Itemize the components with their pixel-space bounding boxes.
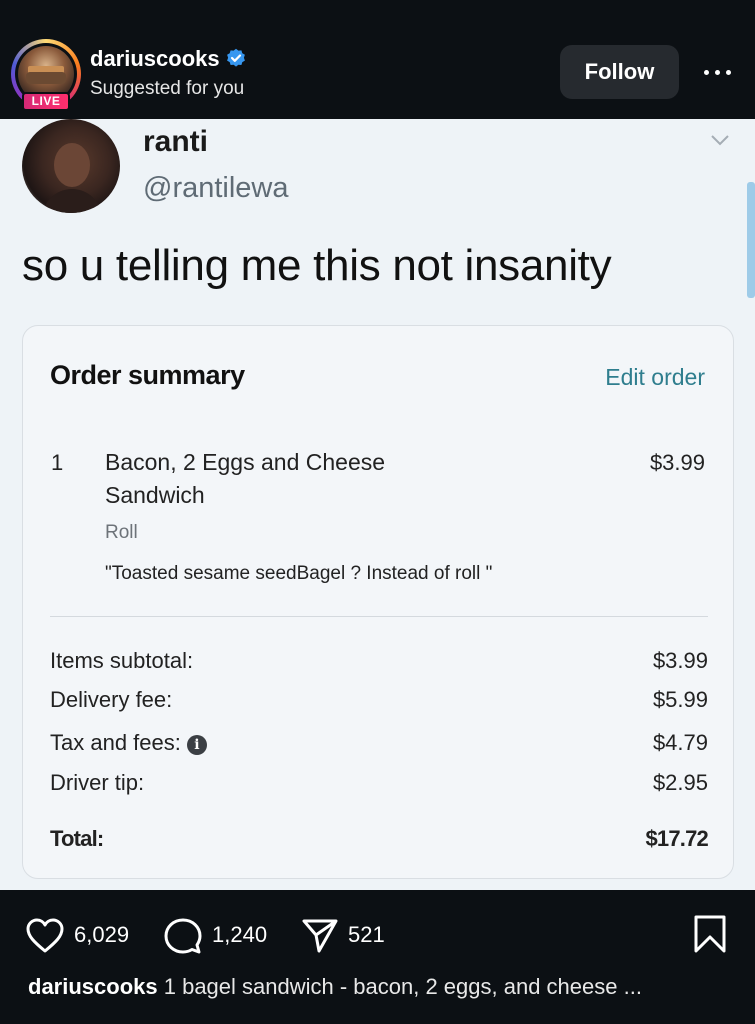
item-note: "Toasted sesame seedBagel ? Instead of r… <box>105 563 493 584</box>
tweet-avatar <box>22 119 120 213</box>
tweet-author-handle: @rantilewa <box>143 172 289 204</box>
post-image[interactable]: ranti @rantilewa so u telling me this no… <box>0 119 755 890</box>
total-label: Total: <box>50 826 104 851</box>
info-icon: i <box>186 735 207 755</box>
comment-icon[interactable] <box>164 918 202 956</box>
more-options-icon[interactable] <box>700 58 734 86</box>
order-summary-title: Order summary <box>50 360 245 390</box>
bookmark-icon[interactable] <box>692 914 728 954</box>
comment-action[interactable]: 1,240 <box>164 918 284 954</box>
row-label: Delivery fee: <box>50 687 173 712</box>
heart-icon[interactable] <box>26 918 64 954</box>
row-value: $2.95 <box>652 770 708 795</box>
row-label: Driver tip: <box>50 770 145 795</box>
comment-count: 1,240 <box>212 922 268 947</box>
item-quantity: 1 <box>51 450 64 475</box>
suggested-label: Suggested for you <box>90 78 245 99</box>
post-actions: 6,029 1,240 521 dariuscooks 1 bagel sand… <box>0 890 755 1024</box>
row-label: Items subtotal: <box>50 648 194 673</box>
send-icon[interactable] <box>302 918 338 954</box>
share-count: 521 <box>348 922 385 947</box>
verified-badge-icon <box>226 48 246 74</box>
item-option: Roll <box>105 522 138 543</box>
row-value: $3.99 <box>652 648 708 673</box>
row-value: $5.99 <box>652 687 708 712</box>
live-badge: LIVE <box>22 92 70 111</box>
share-action[interactable]: 521 <box>302 918 402 954</box>
item-price: $3.99 <box>649 450 705 475</box>
post-caption[interactable]: dariuscooks 1 bagel sandwich - bacon, 2 … <box>28 974 728 1000</box>
header-username[interactable]: dariuscooks <box>90 46 246 74</box>
caption-username[interactable]: dariuscooks <box>28 974 158 999</box>
caption-text: 1 bagel sandwich - bacon, 2 eggs, and ch… <box>163 974 642 999</box>
post-header: LIVE dariuscooks Suggested for you Follo… <box>0 0 755 119</box>
order-summary-card: Order summary Edit order 1 Bacon, 2 Eggs… <box>22 325 734 879</box>
scrollbar <box>747 182 755 298</box>
like-count: 6,029 <box>74 922 130 947</box>
item-name: Bacon, 2 Eggs and Cheese Sandwich <box>105 449 386 508</box>
divider <box>50 616 708 617</box>
edit-order-link: Edit order <box>605 364 705 390</box>
like-action[interactable]: 6,029 <box>26 918 146 954</box>
row-value: $4.79 <box>652 730 708 755</box>
username-text[interactable]: dariuscooks <box>90 46 220 71</box>
tweet-author-name: ranti <box>143 125 209 158</box>
row-label: Tax and fees: i <box>50 730 207 756</box>
tweet-text: so u telling me this not insanity <box>22 241 612 290</box>
follow-button[interactable]: Follow <box>560 45 679 99</box>
total-value: $17.72 <box>645 826 709 851</box>
chevron-down-icon <box>710 133 730 147</box>
